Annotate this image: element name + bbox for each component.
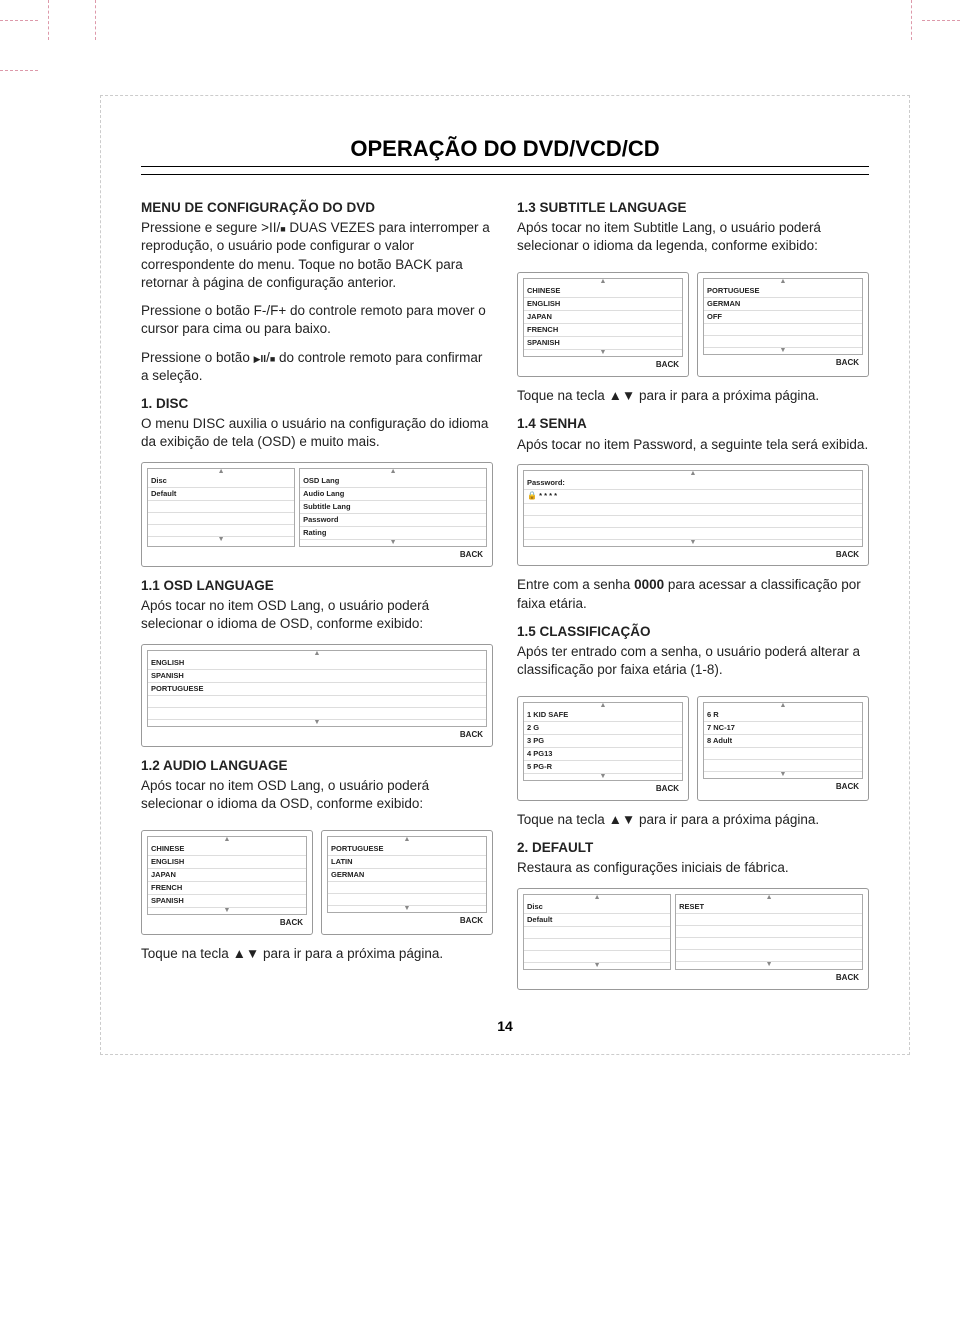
paragraph: Toque na tecla ▲▼ para ir para a próxima… — [517, 387, 869, 405]
screen-password: ▲ Password: * * * * ▼ BACK — [517, 464, 869, 567]
lock-icon — [527, 491, 537, 500]
screen-subtitle-lang: ▲ CHINESE ENGLISH JAPAN FRENCH SPANISH ▼… — [517, 266, 869, 387]
play-icon — [254, 350, 261, 365]
back-button[interactable]: BACK — [703, 358, 863, 369]
back-button[interactable]: BACK — [523, 784, 683, 795]
right-column: 1.3 SUBTITLE LANGUAGE Após tocar no item… — [517, 193, 869, 1000]
heading-audio-lang: 1.2 AUDIO LANGUAGE — [141, 757, 493, 775]
screen-default: ▲ Disc Default ▼ ▲ RESET ▼ BACK — [517, 888, 869, 990]
paragraph: Após tocar no item Subtitle Lang, o usuá… — [517, 219, 869, 255]
paragraph: Toque na tecla ▲▼ para ir para a próxima… — [141, 945, 493, 963]
back-button[interactable]: BACK — [147, 550, 487, 561]
paragraph: Pressione o botão F-/F+ do controle remo… — [141, 302, 493, 338]
heading-disc: 1. DISC — [141, 395, 493, 413]
paragraph: Após tocar no item OSD Lang, o usuário p… — [141, 777, 493, 813]
page-number: 14 — [141, 1018, 869, 1034]
back-button[interactable]: BACK — [703, 782, 863, 793]
screen-rating: ▲ 1 KID SAFE 2 G 3 PG 4 PG13 5 PG-R ▼ BA… — [517, 690, 869, 811]
paragraph: Pressione o botão / do controle remoto p… — [141, 349, 493, 385]
paragraph: Pressione e segure >II/ DUAS VEZES para … — [141, 219, 493, 292]
back-button[interactable]: BACK — [523, 360, 683, 371]
heading-subtitle-lang: 1.3 SUBTITLE LANGUAGE — [517, 199, 869, 217]
screen-osd-lang: ▲ ENGLISH SPANISH PORTUGUESE ▼ BACK — [141, 644, 493, 747]
paragraph: Entre com a senha 0000 para acessar a cl… — [517, 576, 869, 612]
back-button[interactable]: BACK — [523, 973, 863, 984]
page-title: OPERAÇÃO DO DVD/VCD/CD — [141, 136, 869, 167]
paragraph: Após tocar no item OSD Lang, o usuário p… — [141, 597, 493, 633]
paragraph: Toque na tecla ▲▼ para ir para a próxima… — [517, 811, 869, 829]
left-column: MENU DE CONFIGURAÇÃO DO DVD Pressione e … — [141, 193, 493, 1000]
manual-page: OPERAÇÃO DO DVD/VCD/CD MENU DE CONFIGURA… — [100, 95, 910, 1055]
pause-icon — [261, 350, 267, 365]
screen-audio-lang: ▲ CHINESE ENGLISH JAPAN FRENCH SPANISH ▼… — [141, 824, 493, 945]
heading-senha: 1.4 SENHA — [517, 415, 869, 433]
paragraph: Após tocar no item Password, a seguinte … — [517, 436, 869, 454]
paragraph: Após ter entrado com a senha, o usuário … — [517, 643, 869, 679]
back-button[interactable]: BACK — [147, 730, 487, 741]
back-button[interactable]: BACK — [523, 550, 863, 561]
back-button[interactable]: BACK — [327, 916, 487, 927]
back-button[interactable]: BACK — [147, 918, 307, 929]
paragraph: O menu DISC auxilia o usuário na configu… — [141, 415, 493, 451]
title-rule — [141, 171, 869, 175]
heading-menu-config: MENU DE CONFIGURAÇÃO DO DVD — [141, 199, 493, 217]
heading-default: 2. DEFAULT — [517, 839, 869, 857]
paragraph: Restaura as configurações iniciais de fá… — [517, 859, 869, 877]
heading-classificacao: 1.5 CLASSIFICAÇÃO — [517, 623, 869, 641]
screen-disc: ▲ Disc Default ▼ ▲ OSD Lang Audio Lang S… — [141, 462, 493, 567]
heading-osd-lang: 1.1 OSD LANGUAGE — [141, 577, 493, 595]
